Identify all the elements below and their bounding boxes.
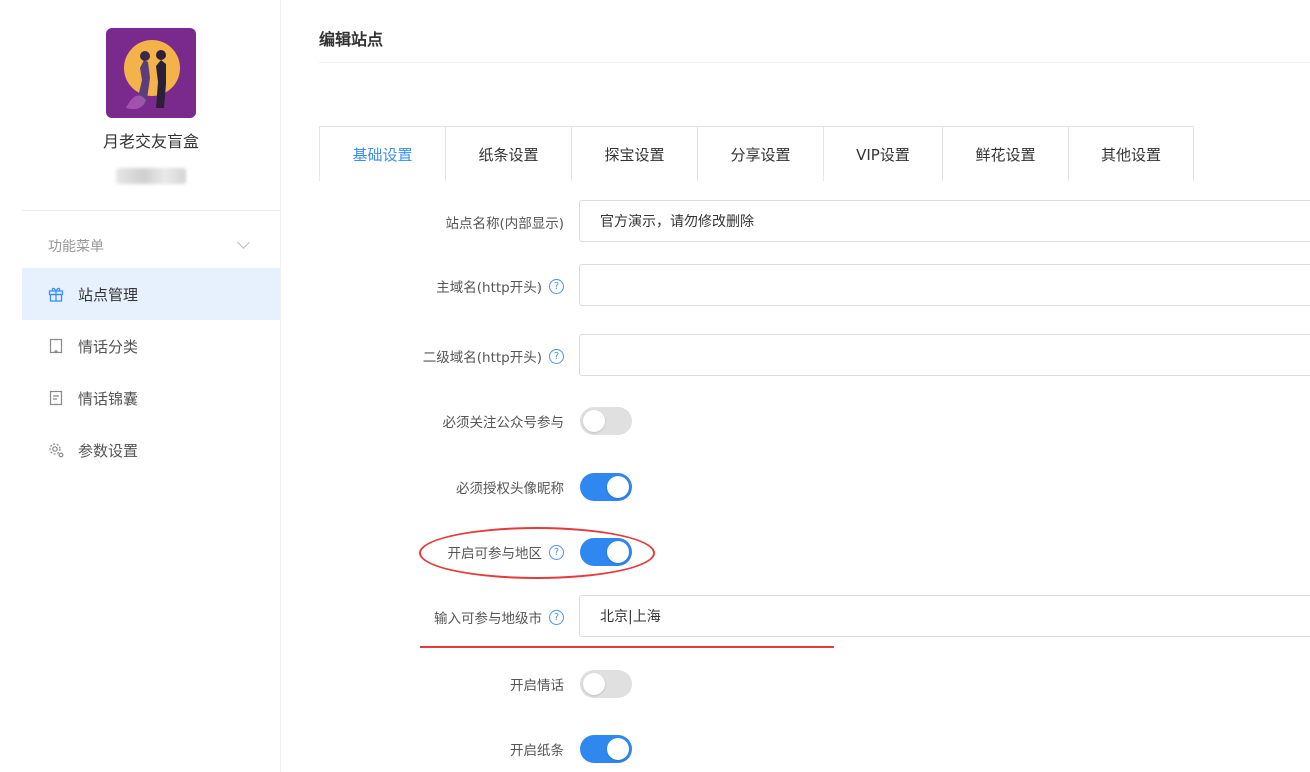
follow-account-toggle[interactable] (580, 407, 632, 435)
tab-share-settings[interactable]: 分享设置 (698, 127, 824, 181)
main-domain-label: 主域名(http开头) ? (436, 276, 564, 296)
document-icon (48, 390, 64, 406)
form-row-follow-account: 必须关注公众号参与 (330, 399, 1310, 443)
main-domain-field[interactable] (579, 264, 1310, 306)
blurred-account-id (116, 168, 186, 184)
tab-basic-settings[interactable]: 基础设置 (320, 127, 446, 181)
bookmark-icon (48, 338, 64, 354)
title-divider (319, 62, 1310, 63)
auth-avatar-toggle[interactable] (580, 473, 632, 501)
sidebar-item-label: 情话锦囊 (78, 390, 139, 408)
open-notes-label: 开启纸条 (510, 743, 564, 759)
chevron-down-icon (237, 236, 250, 249)
tab-flower-settings[interactable]: 鲜花设置 (943, 127, 1069, 181)
toggle-knob (583, 673, 605, 695)
form-row-main-domain: 主域名(http开头) ? (330, 264, 1310, 308)
gift-icon (48, 286, 64, 302)
follow-account-label: 必须关注公众号参与 (442, 415, 565, 431)
tab-other-settings[interactable]: 其他设置 (1069, 127, 1194, 181)
help-icon[interactable]: ? (549, 609, 564, 625)
site-name-label: 站点名称(内部显示) (445, 216, 564, 232)
help-icon[interactable]: ? (549, 348, 564, 364)
open-love-words-toggle[interactable] (580, 670, 632, 698)
auth-avatar-label: 必须授权头像昵称 (456, 481, 564, 497)
annotation-underline (420, 646, 834, 648)
sidebar-item-parameter-settings[interactable]: 参数设置 (22, 424, 280, 476)
tab-treasure-settings[interactable]: 探宝设置 (572, 127, 698, 181)
gear-icon (48, 442, 64, 458)
sidebar-divider (22, 210, 280, 211)
sidebar-item-label: 情话分类 (78, 338, 139, 356)
sub-domain-label: 二级域名(http开头) ? (423, 346, 564, 366)
sidebar-item-site-management[interactable]: 站点管理 (22, 268, 280, 320)
sub-domain-field[interactable] (579, 334, 1310, 376)
open-love-words-label: 开启情话 (510, 678, 564, 694)
annotation-ellipse (419, 527, 655, 579)
tab-note-settings[interactable]: 纸条设置 (446, 127, 572, 181)
menu-group-header[interactable]: 功能菜单 (22, 226, 280, 266)
form-row-sub-domain: 二级域名(http开头) ? (330, 334, 1310, 378)
region-cities-field[interactable] (579, 595, 1310, 637)
sidebar: 月老交友盲盒 功能菜单 站点管理 情话分类 情话锦囊 参数设置 (0, 0, 281, 772)
sidebar-item-label: 参数设置 (78, 442, 139, 460)
app-logo (106, 28, 196, 118)
form-row-open-notes: 开启纸条 (330, 727, 1310, 771)
settings-tabs: 基础设置 纸条设置 探宝设置 分享设置 VIP设置 鲜花设置 其他设置 (319, 126, 1194, 181)
sidebar-item-label: 站点管理 (78, 286, 139, 304)
page-title: 编辑站点 (319, 30, 384, 49)
help-icon[interactable]: ? (549, 278, 564, 294)
region-cities-label: 输入可参与地级市 ? (434, 607, 564, 627)
toggle-knob (583, 410, 605, 432)
form-row-open-love-words: 开启情话 (330, 662, 1310, 706)
tab-vip-settings[interactable]: VIP设置 (824, 127, 943, 181)
form-row-region-cities: 输入可参与地级市 ? (330, 595, 1310, 639)
form-row-auth-avatar: 必须授权头像昵称 (330, 465, 1310, 509)
open-notes-toggle[interactable] (580, 735, 632, 763)
sidebar-item-love-words-category[interactable]: 情话分类 (22, 320, 280, 372)
site-name-field[interactable] (579, 200, 1310, 242)
app-name: 月老交友盲盒 (102, 132, 199, 151)
sidebar-item-love-words-tips[interactable]: 情话锦囊 (22, 372, 280, 424)
toggle-knob (607, 476, 629, 498)
menu-group-label: 功能菜单 (48, 239, 104, 255)
toggle-knob (607, 738, 629, 760)
form-row-site-name: 站点名称(内部显示) (330, 200, 1310, 244)
